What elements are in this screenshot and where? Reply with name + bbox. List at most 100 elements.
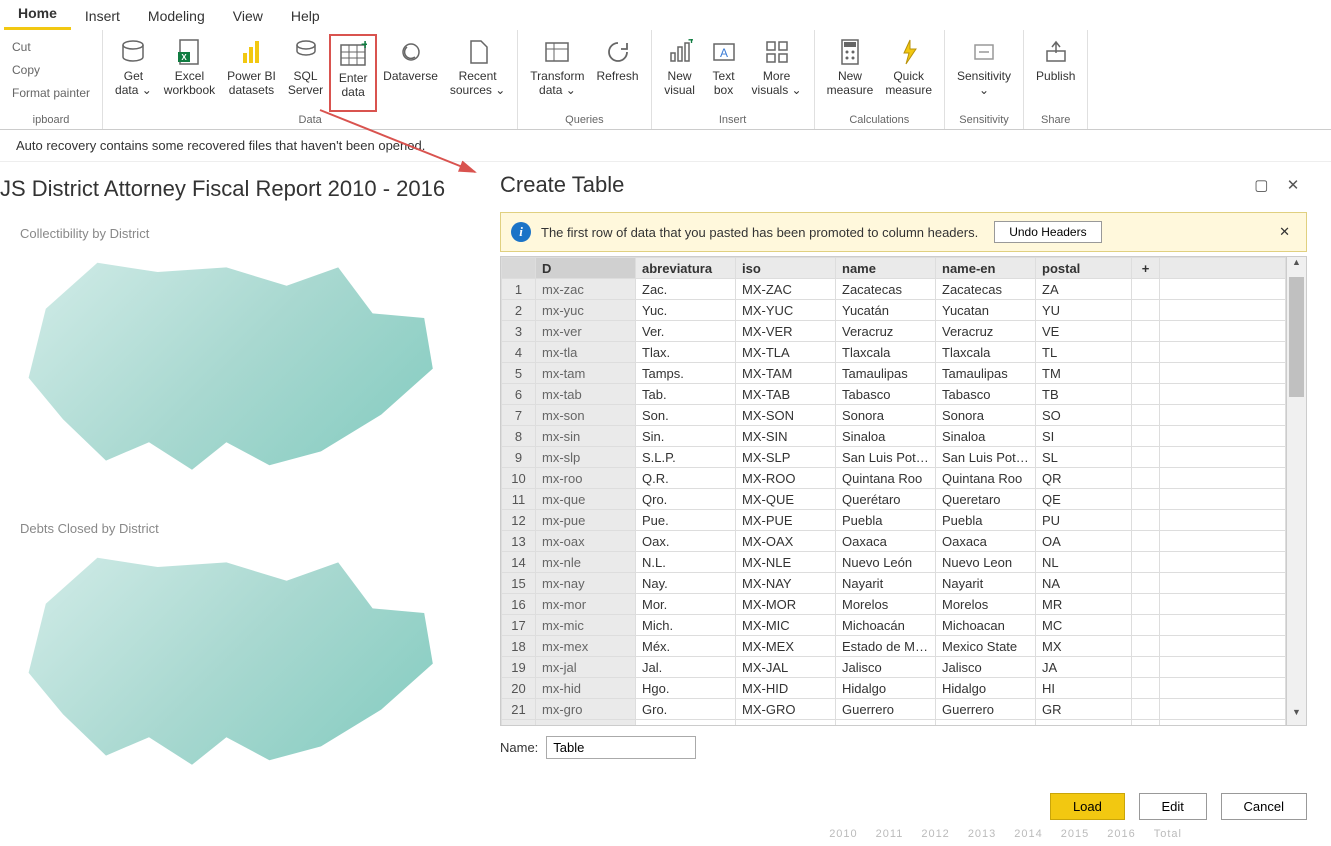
cell[interactable]: Querétaro	[836, 489, 936, 510]
cell[interactable]: Qro.	[636, 489, 736, 510]
undo-headers-button[interactable]: Undo Headers	[994, 221, 1101, 243]
cell[interactable]: Tab.	[636, 384, 736, 405]
cell[interactable]: Veracruz	[936, 321, 1036, 342]
row-number[interactable]: 8	[502, 426, 536, 447]
cell[interactable]: mx-jal	[536, 657, 636, 678]
cell[interactable]: MX-MIC	[736, 615, 836, 636]
cell[interactable]: MX-MEX	[736, 636, 836, 657]
cancel-button[interactable]: Cancel	[1221, 793, 1307, 820]
cell[interactable]: MX-QUE	[736, 489, 836, 510]
cell[interactable]: JA	[1036, 657, 1132, 678]
copy-button[interactable]: Copy	[6, 59, 46, 82]
table-row[interactable]: 1mx-zacZac.MX-ZACZacatecasZacatecasZA	[502, 279, 1286, 300]
cell[interactable]: NL	[1036, 552, 1132, 573]
cell[interactable]: ZA	[1036, 279, 1132, 300]
cell[interactable]: GT	[1036, 720, 1132, 726]
cell[interactable]: MX-JAL	[736, 657, 836, 678]
column-header[interactable]: D	[536, 258, 636, 279]
sql-server-button[interactable]: SQL Server	[282, 34, 329, 112]
cell[interactable]: mx-hid	[536, 678, 636, 699]
cell[interactable]: MX-GUA	[736, 720, 836, 726]
cell[interactable]: Estado de Méxi…	[836, 636, 936, 657]
row-number[interactable]: 12	[502, 510, 536, 531]
cell[interactable]: Michoacan	[936, 615, 1036, 636]
recent-sources-button[interactable]: Recent sources ⌄	[444, 34, 511, 112]
publish-button[interactable]: Publish	[1030, 34, 1081, 112]
cell[interactable]: Hgo.	[636, 678, 736, 699]
cell[interactable]: Oaxaca	[936, 531, 1036, 552]
cell[interactable]: TM	[1036, 363, 1132, 384]
cell[interactable]: Sonora	[936, 405, 1036, 426]
cell[interactable]: mx-nay	[536, 573, 636, 594]
cell[interactable]: Jal.	[636, 657, 736, 678]
cell[interactable]: Méx.	[636, 636, 736, 657]
cell[interactable]: SL	[1036, 447, 1132, 468]
cell[interactable]: mx-oax	[536, 531, 636, 552]
cell[interactable]: MR	[1036, 594, 1132, 615]
cell[interactable]: Guerrero	[936, 699, 1036, 720]
dataverse-button[interactable]: Dataverse	[377, 34, 444, 112]
cell[interactable]: Zac.	[636, 279, 736, 300]
vertical-scrollbar[interactable]: ▲ ▼	[1286, 257, 1306, 725]
row-number[interactable]: 17	[502, 615, 536, 636]
cell[interactable]: Zacatecas	[936, 279, 1036, 300]
close-icon[interactable]: ✕	[1279, 176, 1307, 194]
cell[interactable]: mx-sin	[536, 426, 636, 447]
column-header[interactable]: iso	[736, 258, 836, 279]
table-row[interactable]: 3mx-verVer.MX-VERVeracruzVeracruzVE	[502, 321, 1286, 342]
row-number[interactable]: 3	[502, 321, 536, 342]
row-number[interactable]: 19	[502, 657, 536, 678]
cell[interactable]: Guerrero	[836, 699, 936, 720]
cell[interactable]: OA	[1036, 531, 1132, 552]
cell[interactable]: Michoacán	[836, 615, 936, 636]
cell[interactable]: YU	[1036, 300, 1132, 321]
more-visuals-button[interactable]: More visuals ⌄	[746, 34, 808, 112]
corner-cell[interactable]	[502, 258, 536, 279]
cell[interactable]: GR	[1036, 699, 1132, 720]
cell[interactable]: S.L.P.	[636, 447, 736, 468]
cell[interactable]: Sinaloa	[836, 426, 936, 447]
row-number[interactable]: 15	[502, 573, 536, 594]
table-row[interactable]: 4mx-tlaTlax.MX-TLATlaxcalaTlaxcalaTL	[502, 342, 1286, 363]
cell[interactable]: Nuevo Leon	[936, 552, 1036, 573]
cell[interactable]: Veracruz	[836, 321, 936, 342]
cell[interactable]: San Luis Potosi	[936, 447, 1036, 468]
cell[interactable]: Tlaxcala	[936, 342, 1036, 363]
cell[interactable]: Puebla	[936, 510, 1036, 531]
cell[interactable]: Tlax.	[636, 342, 736, 363]
cell[interactable]: MX-YUC	[736, 300, 836, 321]
cell[interactable]: Sin.	[636, 426, 736, 447]
cell[interactable]: mx-que	[536, 489, 636, 510]
cell[interactable]: Queretaro	[936, 489, 1036, 510]
row-number[interactable]: 4	[502, 342, 536, 363]
row-number[interactable]: 13	[502, 531, 536, 552]
sensitivity-button[interactable]: Sensitivity ⌄	[951, 34, 1017, 112]
cell[interactable]: MX-ZAC	[736, 279, 836, 300]
cell[interactable]: MX-OAX	[736, 531, 836, 552]
map-visual-1[interactable]	[20, 249, 450, 479]
cell[interactable]: Jalisco	[836, 657, 936, 678]
cell[interactable]: Quintana Roo	[936, 468, 1036, 489]
cell[interactable]: N.L.	[636, 552, 736, 573]
cell[interactable]: mx-mor	[536, 594, 636, 615]
row-number[interactable]: 2	[502, 300, 536, 321]
cell[interactable]: Tlaxcala	[836, 342, 936, 363]
cell[interactable]: Oax.	[636, 531, 736, 552]
load-button[interactable]: Load	[1050, 793, 1125, 820]
cell[interactable]: QE	[1036, 489, 1132, 510]
row-number[interactable]: 22	[502, 720, 536, 726]
excel-workbook-button[interactable]: XExcel workbook	[158, 34, 221, 112]
maximize-icon[interactable]: ▢	[1247, 176, 1275, 194]
cell[interactable]: mx-ver	[536, 321, 636, 342]
tab-view[interactable]: View	[219, 2, 277, 30]
cell[interactable]: Nayarit	[936, 573, 1036, 594]
tab-home[interactable]: Home	[4, 0, 71, 30]
column-header[interactable]: abreviatura	[636, 258, 736, 279]
cell[interactable]: Zacatecas	[836, 279, 936, 300]
transform-data-button[interactable]: Transform data ⌄	[524, 34, 590, 112]
table-row[interactable]: 10mx-rooQ.R.MX-ROOQuintana RooQuintana R…	[502, 468, 1286, 489]
cell[interactable]: MX	[1036, 636, 1132, 657]
cell[interactable]: MX-MOR	[736, 594, 836, 615]
cell[interactable]: Guanajuato	[936, 720, 1036, 726]
cell[interactable]: mx-tla	[536, 342, 636, 363]
